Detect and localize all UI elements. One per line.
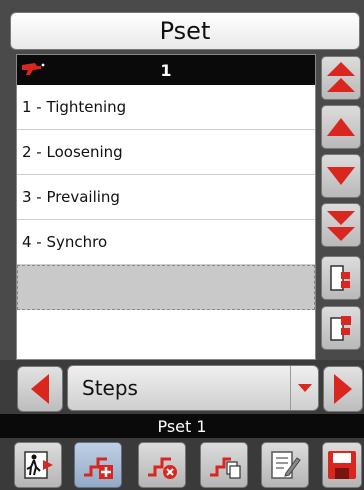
scroll-down-button[interactable] (321, 154, 361, 198)
list-item-label: 3 - Prevailing (22, 188, 120, 206)
page-title: Pset (10, 12, 360, 50)
list-item[interactable]: 2 - Loosening (17, 130, 315, 175)
mode-select-value: Steps (82, 376, 138, 400)
delete-step-icon (148, 457, 177, 479)
list-header: 1 (17, 55, 315, 85)
list-item-label: 2 - Loosening (22, 143, 123, 161)
scroll-up-icon (327, 118, 355, 136)
mode-select[interactable]: Steps (67, 365, 319, 411)
save-button[interactable] (322, 442, 362, 488)
save-icon (328, 451, 356, 479)
chevron-down-icon (297, 384, 312, 392)
list-item-selected-empty[interactable] (17, 265, 315, 310)
previous-button[interactable] (17, 366, 63, 412)
page-title-text: Pset (159, 17, 211, 45)
edit-button[interactable] (261, 442, 309, 488)
exit-button[interactable] (14, 442, 62, 488)
add-step-button[interactable] (74, 442, 122, 488)
scroll-up-button[interactable] (321, 105, 361, 149)
status-bar: Pset 1 (0, 414, 364, 438)
list-item-label: 1 - Tightening (22, 98, 127, 116)
list-item[interactable]: 1 - Tightening (17, 85, 315, 130)
list-header-value: 1 (160, 60, 172, 80)
pset-list: 1 1 - Tightening 2 - Loosening 3 - Preva… (16, 54, 316, 360)
next-button[interactable] (323, 366, 363, 412)
scroll-bottom-icon (327, 211, 355, 241)
copy-step-icon (210, 457, 241, 479)
exit-icon (24, 451, 53, 479)
list-item[interactable]: 4 - Synchro (17, 220, 315, 265)
scroll-down-icon (327, 167, 355, 185)
edit-icon (271, 451, 301, 479)
copy-icon (330, 265, 350, 291)
paste-button[interactable] (321, 306, 361, 350)
copy-button[interactable] (321, 256, 361, 300)
scroll-bottom-button[interactable] (321, 203, 361, 247)
arrow-left-icon (31, 374, 49, 404)
paste-icon (330, 316, 351, 341)
mode-dropdown-button[interactable] (290, 366, 318, 410)
add-step-icon (84, 457, 113, 479)
scroll-top-icon (327, 62, 355, 92)
copy-step-button[interactable] (200, 442, 248, 488)
scroll-top-button[interactable] (321, 56, 361, 100)
arrow-right-icon (334, 374, 352, 404)
list-item-label: 4 - Synchro (22, 233, 108, 251)
status-text: Pset 1 (157, 416, 207, 436)
tool-icon (22, 63, 45, 75)
delete-step-button[interactable] (138, 442, 186, 488)
list-item[interactable]: 3 - Prevailing (17, 175, 315, 220)
